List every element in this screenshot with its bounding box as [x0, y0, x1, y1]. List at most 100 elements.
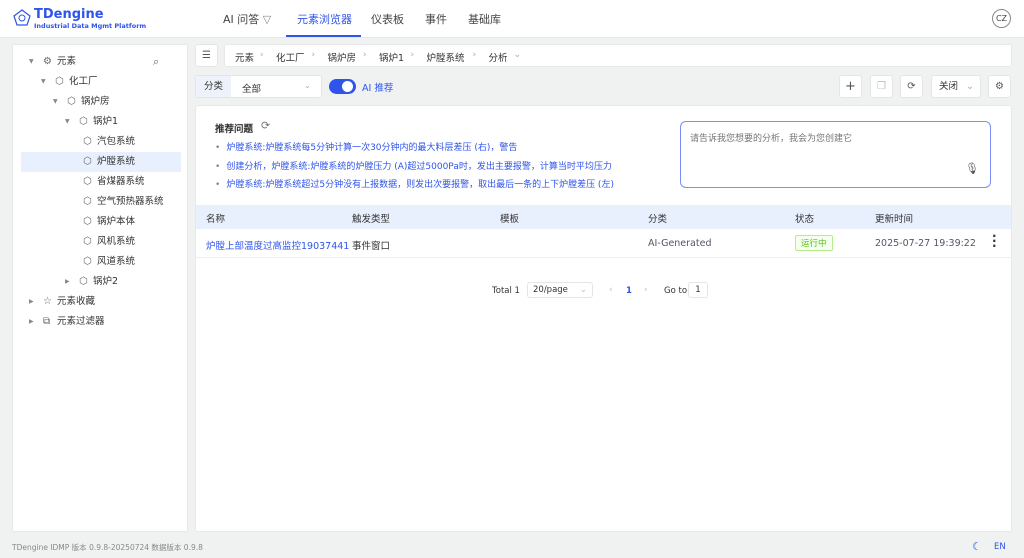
tree-item[interactable]: ⬡ 省煤器系统 — [21, 172, 181, 192]
category: AI-Generated — [648, 238, 712, 249]
tree-item[interactable]: ▼ ⬡ 锅炉房 — [21, 92, 181, 112]
breadcrumb-item[interactable]: 元素 — [235, 50, 254, 64]
breadcrumb-item[interactable]: 炉膛系统 — [427, 50, 465, 64]
ai-icon: ▽ — [262, 13, 272, 26]
category-label: 分类 — [196, 76, 231, 97]
expand-arrow-icon[interactable]: ▼ — [29, 52, 34, 72]
collapse-sidebar-button[interactable]: ☰ — [195, 44, 218, 67]
active-tab-indicator — [286, 35, 361, 37]
analysis-name-link[interactable]: 炉膛上部温度过高监控19037441 — [206, 238, 349, 252]
node-icon: ⬡ — [83, 256, 92, 267]
tree-item[interactable]: ▶ ☆ 元素收藏 — [21, 292, 181, 312]
suggestion-item[interactable]: 创建分析，炉膛系统:炉膛系统的炉膛压力 (A)超过5000Pa时，发出主要报警，… — [215, 159, 612, 172]
dark-mode-icon[interactable]: ☾ — [972, 540, 982, 553]
suggestion-item[interactable]: 炉膛系统:炉膛系统超过5分钟没有上报数据，则发出次要报警，取出最后一条的上下炉膛… — [215, 177, 614, 190]
suggestion-item[interactable]: 炉膛系统:炉膛系统每5分钟计算一次30分钟内的最大料层差压 (右)，警告 — [215, 140, 517, 153]
ai-recommend-toggle[interactable] — [329, 79, 356, 94]
pagination-total: Total 1 — [492, 286, 520, 296]
tree-item[interactable]: ⬡ 空气预热器系统 — [21, 192, 181, 212]
refresh-button[interactable]: ⟳ — [900, 75, 923, 98]
logo-icon — [13, 9, 31, 26]
page-size-select[interactable]: 20/page ⌄ — [527, 282, 593, 298]
prev-page-icon[interactable]: ‹ — [609, 285, 613, 295]
tree-item-label: 化工厂 — [69, 76, 98, 87]
node-icon: ⬡ — [83, 196, 92, 207]
tree-item[interactable]: ⬡ 汽包系统 — [21, 132, 181, 152]
settings-icon[interactable]: ⚙ — [988, 75, 1011, 98]
expand-arrow-icon[interactable]: ▶ — [29, 312, 34, 332]
column-header: 状态 — [795, 214, 815, 225]
breadcrumb-item[interactable]: 锅炉1 — [379, 50, 404, 64]
nav-dashboard[interactable]: 仪表板 — [371, 11, 404, 27]
tree-item[interactable]: ▼ ⬡ 锅炉1 — [21, 112, 181, 132]
brand-subtitle: Industrial Data Mgmt Platform — [34, 22, 147, 30]
more-menu-icon[interactable]: · · · — [992, 230, 997, 252]
tree-item[interactable]: ⬡ 风机系统 — [21, 232, 181, 252]
category-select[interactable]: 分类 全部 ⌄ — [195, 75, 322, 98]
chevron-right-icon: › — [311, 50, 316, 60]
column-header: 更新时间 — [875, 214, 914, 225]
node-icon: ⬡ — [83, 156, 92, 167]
current-page[interactable]: 1 — [626, 286, 632, 296]
node-icon: ⬡ — [83, 236, 92, 247]
node-icon: ⧉ — [43, 316, 51, 327]
chevron-down-icon: ⌄ — [513, 50, 522, 60]
add-button[interactable]: + — [839, 75, 862, 98]
tree-item[interactable]: ⬡ 炉膛系统 — [21, 152, 181, 172]
tree-item-label: 锅炉本体 — [97, 216, 136, 227]
language-switch[interactable]: EN — [994, 542, 1006, 552]
close-select-value: 关闭 — [939, 81, 959, 92]
column-header: 触发类型 — [352, 214, 391, 225]
goto-label: Go to — [664, 286, 688, 296]
expand-arrow-icon[interactable]: ▼ — [41, 72, 46, 92]
node-icon: ⬡ — [83, 136, 92, 147]
nav-ai-qa[interactable]: AI 问答 ▽ — [223, 11, 271, 27]
node-icon: ☆ — [43, 296, 52, 307]
breadcrumb-item[interactable]: 锅炉房 — [328, 50, 357, 64]
nav-label: AI 问答 — [223, 13, 260, 26]
chevron-down-icon: ⌄ — [966, 81, 974, 92]
expand-arrow-icon[interactable]: ▼ — [53, 92, 58, 112]
refresh-icon[interactable]: ⟳ — [261, 119, 270, 132]
goto-input[interactable]: 1 — [688, 282, 708, 298]
status-badge: 运行中 — [795, 235, 833, 251]
breadcrumb-item[interactable]: 化工厂 — [276, 50, 305, 64]
ai-recommend-label: AI 推荐 — [362, 83, 394, 94]
microphone-icon[interactable]: 🎙 — [965, 162, 979, 175]
page-size-value: 20/page — [533, 285, 568, 295]
chevron-right-icon: › — [260, 50, 264, 60]
ai-prompt-input[interactable] — [680, 121, 991, 188]
nav-library[interactable]: 基础库 — [468, 11, 501, 27]
brand-name: TDengine — [34, 7, 104, 22]
tree-item-label: 炉膛系统 — [97, 156, 136, 167]
tree-item-label: 元素收藏 — [57, 296, 96, 307]
close-select[interactable]: 关闭 ⌄ — [931, 75, 981, 98]
tree-item[interactable]: ▶ ⧉ 元素过滤器 — [21, 312, 181, 332]
nav-element-browser[interactable]: 元素浏览器 — [297, 11, 352, 27]
expand-arrow-icon[interactable]: ▼ — [65, 112, 70, 132]
chevron-right-icon: › — [472, 50, 477, 60]
chevron-right-icon: › — [410, 50, 415, 60]
tree-item-label: 风道系统 — [97, 256, 136, 267]
trigger-type: 事件窗口 — [352, 241, 391, 252]
nav-events[interactable]: 事件 — [425, 11, 447, 27]
chevron-down-icon: ⌄ — [304, 81, 311, 90]
node-icon: ⬡ — [83, 176, 92, 187]
expand-arrow-icon[interactable]: ▶ — [29, 292, 34, 312]
avatar[interactable]: CZ — [992, 9, 1011, 28]
sidebar-tree: ▼ ⚙ 元素 ▼ ⬡ 化工厂 ▼ ⬡ 锅炉房 ▼ ⬡ 锅炉1 ⬡ 汽包系统 ⬡ 炉膛系统 ⬡ 省煤器系统 ⬡ 空气预热… — [12, 44, 188, 532]
tree-item[interactable]: ⬡ 锅炉本体 — [21, 212, 181, 232]
tree-item-label: 锅炉2 — [93, 276, 119, 287]
tree-item-label: 元素过滤器 — [57, 316, 105, 327]
tree-item[interactable]: ▼ ⬡ 化工厂 — [21, 72, 181, 92]
tree-item[interactable]: ⬡ 风道系统 — [21, 252, 181, 272]
tree-item[interactable]: ▶ ⬡ 锅炉2 — [21, 272, 181, 292]
copy-icon[interactable]: ❐ — [870, 75, 893, 98]
node-icon: ⬡ — [55, 76, 64, 87]
column-header: 模板 — [500, 214, 520, 225]
breadcrumb-item[interactable]: 分析 — [489, 50, 508, 64]
expand-arrow-icon[interactable]: ▶ — [65, 272, 70, 292]
next-page-icon[interactable]: › — [644, 285, 648, 295]
tree-item-label: 锅炉1 — [93, 116, 119, 127]
search-icon[interactable]: ⌕ — [153, 55, 159, 69]
